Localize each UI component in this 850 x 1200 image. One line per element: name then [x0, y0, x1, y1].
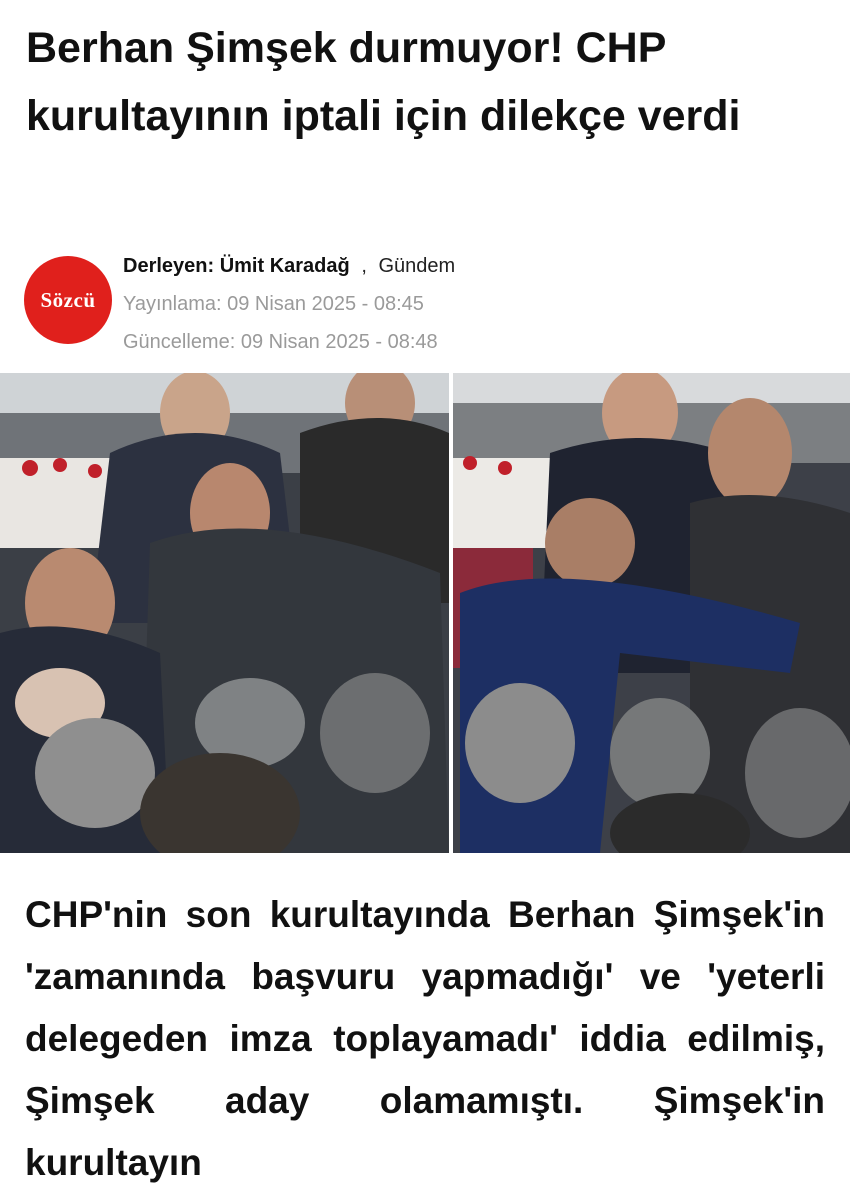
photo-collage-image: [0, 373, 850, 853]
byline: Derleyen: Ümit Karadağ , Gündem: [123, 254, 455, 278]
byline-separator: ,: [361, 255, 367, 277]
article-meta: Sözcü Derleyen: Ümit Karadağ , Gündem Ya…: [24, 254, 824, 354]
updated-date: Güncelleme: 09 Nisan 2025 - 08:48: [123, 331, 438, 353]
article-photo[interactable]: [0, 373, 850, 853]
publisher-logo[interactable]: Sözcü: [24, 256, 112, 344]
meta-lines: Derleyen: Ümit Karadağ , Gündem Yayınlam…: [123, 254, 455, 354]
article-body: CHP'nin son kurultayında Berhan Şimşek'i…: [25, 894, 825, 1183]
article-title: Berhan Şimşek durmuyor! CHP kurultayının…: [26, 24, 741, 140]
publisher-logo-text: Sözcü: [40, 287, 96, 312]
category-link[interactable]: Gündem: [378, 255, 455, 277]
author-link[interactable]: Derleyen: Ümit Karadağ: [123, 255, 350, 277]
published-date: Yayınlama: 09 Nisan 2025 - 08:45: [123, 293, 424, 315]
